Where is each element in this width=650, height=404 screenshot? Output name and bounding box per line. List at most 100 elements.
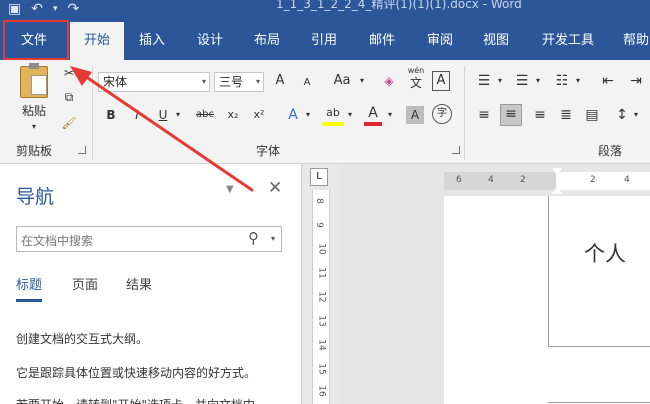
tab-layout[interactable]: 布局 [245, 22, 289, 60]
font-name-dropdown[interactable]: 宋体 ▾ [98, 72, 210, 92]
tab-results[interactable]: 结果 [126, 274, 152, 293]
ribbon-tabs: 文件 开始 插入 设计 布局 引用 邮件 审阅 视图 开发工具 帮助 [0, 22, 650, 60]
tab-view[interactable]: 视图 [474, 22, 518, 60]
font-name-value: 宋体 [103, 75, 128, 89]
tab-design[interactable]: 设计 [188, 22, 232, 60]
close-icon[interactable]: ✕ [268, 178, 282, 198]
multilevel-dropdown-icon[interactable]: ▾ [574, 72, 582, 90]
paste-dropdown-icon[interactable]: ▾ [28, 118, 40, 136]
strikethrough-button[interactable]: abc [192, 106, 218, 124]
navigation-title: 导航 [16, 186, 55, 208]
change-case-button[interactable]: Aa [328, 72, 356, 90]
grow-font-button[interactable]: A [272, 72, 288, 90]
ruler-number: 4 [624, 175, 630, 185]
ruler-number: 12 [316, 291, 327, 303]
chevron-down-icon[interactable]: ▾ [271, 234, 275, 243]
line-spacing-dropdown-icon[interactable]: ▾ [632, 106, 640, 124]
redo-icon[interactable]: ↷ [68, 2, 80, 16]
paste-icon[interactable] [20, 63, 48, 98]
italic-button[interactable]: I [130, 106, 144, 124]
nav-hint-line: 若要开始，请转到"开始"选项卡，并向文档中 [16, 396, 255, 404]
chevron-down-icon: ▾ [201, 77, 206, 86]
clipboard-launcher-icon[interactable] [78, 146, 86, 154]
indent-marker-icon[interactable] [552, 168, 562, 176]
clear-format-icon[interactable]: ◈ [380, 72, 398, 90]
tab-pages[interactable]: 页面 [72, 274, 98, 293]
bold-button[interactable]: B [104, 106, 118, 124]
clipboard-group-label: 剪贴板 [16, 144, 53, 158]
bullets-icon[interactable]: ☰ [474, 72, 494, 90]
undo-dropdown-icon[interactable]: ▾ [53, 2, 58, 16]
align-left-icon[interactable]: ≡ [474, 106, 494, 124]
paragraph-group-label: 段落 [598, 144, 623, 158]
format-painter-icon[interactable]: 🖌 [60, 114, 78, 132]
tab-insert[interactable]: 插入 [130, 22, 174, 60]
tab-selector[interactable]: L [310, 168, 328, 186]
subscript-button[interactable]: x₂ [224, 106, 242, 124]
ruler-number: 4 [488, 175, 494, 185]
phonetic-guide-pinyin: wén [407, 66, 425, 75]
increase-indent-icon[interactable]: ⇥ [626, 72, 646, 90]
cut-icon[interactable]: ✂ [60, 64, 78, 82]
highlight-dropdown-icon[interactable]: ▾ [346, 106, 354, 124]
justify-icon[interactable]: ≣ [556, 106, 576, 124]
tab-headings[interactable]: 标题 [16, 274, 43, 302]
highlight-color-button[interactable]: ab [322, 104, 344, 126]
underline-dropdown-icon[interactable]: ▾ [174, 106, 182, 124]
text-effects-dropdown-icon[interactable]: ▾ [304, 106, 312, 124]
ruler-number: 16 [316, 385, 327, 397]
indent-marker-icon[interactable] [552, 186, 562, 194]
multilevel-list-icon[interactable]: ☷ [552, 72, 572, 90]
search-placeholder: 在文档中搜索 [21, 234, 94, 248]
character-shading-button[interactable]: A [406, 106, 424, 124]
ruler-number: 2 [520, 175, 526, 185]
numbering-icon[interactable]: ☰ [512, 72, 532, 90]
font-launcher-icon[interactable] [452, 146, 460, 154]
document-text[interactable]: 个人 [584, 238, 626, 268]
shrink-font-button[interactable]: A [300, 74, 314, 92]
table-border [548, 346, 650, 347]
tab-references[interactable]: 引用 [302, 22, 346, 60]
distributed-icon[interactable]: ▤ [582, 106, 602, 124]
undo-icon[interactable]: ↶ [31, 2, 43, 16]
nav-hint-line: 它是跟踪具体位置或快速移动内容的好方式。 [16, 366, 257, 380]
save-icon[interactable]: ▣ [8, 2, 21, 16]
text-effects-button[interactable]: A [284, 106, 302, 124]
tab-review[interactable]: 审阅 [418, 22, 462, 60]
bullets-dropdown-icon[interactable]: ▾ [496, 72, 504, 90]
decrease-indent-icon[interactable]: ⇤ [598, 72, 618, 90]
tab-help[interactable]: 帮助 [614, 22, 650, 60]
ruler-number: 9 [313, 222, 324, 228]
ruler-number: 2 [590, 175, 596, 185]
search-input[interactable]: 在文档中搜索 ⚲ ▾ [16, 226, 282, 252]
change-case-dropdown-icon[interactable]: ▾ [358, 72, 366, 90]
enclose-characters-button[interactable]: 字 [432, 104, 452, 124]
document-page[interactable]: 个人 [444, 196, 650, 404]
numbering-dropdown-icon[interactable]: ▾ [534, 72, 542, 90]
tab-developer[interactable]: 开发工具 [532, 22, 604, 60]
font-size-dropdown[interactable]: 三号 ▾ [214, 72, 264, 92]
group-separator [92, 66, 93, 160]
table-border [548, 196, 549, 346]
ruler-number: 11 [316, 267, 327, 279]
character-border-button[interactable]: A [432, 71, 450, 91]
tab-mailings[interactable]: 邮件 [360, 22, 404, 60]
font-color-button[interactable]: A [364, 104, 382, 126]
file-tab-highlight-box [3, 20, 69, 60]
copy-icon[interactable]: ⧉ [60, 88, 78, 106]
phonetic-guide-button[interactable]: wén 文 [404, 66, 428, 90]
quick-access-toolbar: ▣ ↶ ▾ ↷ [8, 0, 79, 18]
ruler-number: 15 [316, 363, 327, 375]
underline-button[interactable]: U [156, 106, 170, 124]
pane-options-icon[interactable]: ▼ [226, 184, 234, 195]
search-icon[interactable]: ⚲ [248, 229, 259, 247]
navigation-pane: 导航 ▼ ✕ 在文档中搜索 ⚲ ▾ 标题 页面 结果 创建文档的交互式大纲。 它… [0, 164, 302, 404]
font-color-dropdown-icon[interactable]: ▾ [386, 106, 394, 124]
tab-home[interactable]: 开始 [70, 22, 124, 60]
line-spacing-icon[interactable]: ↕ [612, 106, 632, 124]
group-separator [464, 66, 465, 160]
align-right-icon[interactable]: ≡ [530, 106, 550, 124]
superscript-button[interactable]: x² [250, 106, 268, 124]
align-center-icon[interactable]: ≡ [500, 104, 522, 126]
chevron-down-icon: ▾ [255, 77, 260, 86]
